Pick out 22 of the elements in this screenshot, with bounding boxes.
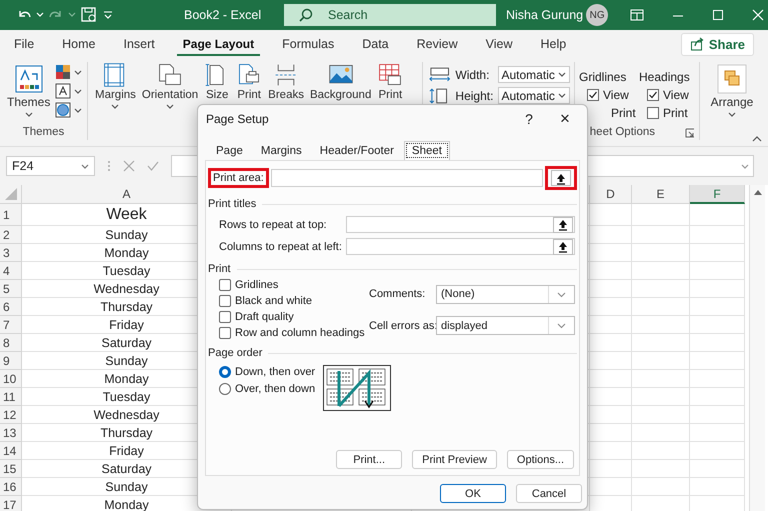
field-label: Cell errors as: [369, 320, 436, 332]
checkbox-label: Black and white [235, 295, 312, 307]
checkbox-label: Print [663, 106, 688, 120]
checkbox-label: Gridlines [235, 279, 278, 291]
checkbox-label: View [663, 88, 689, 102]
checkbox-label: Draft quality [235, 311, 294, 323]
group-label: Themes [22, 126, 66, 140]
group-heading: Headings [639, 70, 690, 84]
field-label: Height: [455, 88, 494, 102]
window-title: Book2 - Excel [184, 8, 262, 22]
checkbox-label: View [603, 88, 629, 102]
group-heading: Gridlines [579, 70, 628, 84]
checkbox-label: Print [610, 106, 636, 120]
field-label: Width: [455, 68, 490, 82]
radio-label: Down, then over [235, 366, 316, 378]
field-label: Comments: [369, 288, 426, 300]
radio-label: Over, then down [235, 383, 316, 395]
checkbox-label: Row and column headings [235, 327, 365, 339]
dialog-title: Page Setup [206, 112, 270, 126]
field-label: Print area: [208, 168, 269, 188]
user-name: Nisha Gurung [506, 8, 584, 22]
group-label: heet Options [590, 126, 655, 140]
